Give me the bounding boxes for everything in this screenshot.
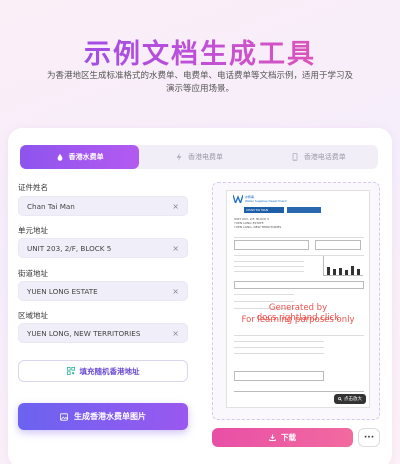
bill-usage-chart	[323, 256, 363, 276]
unit-address-field[interactable]: UNIT 203, 2/F, BLOCK 5 ×	[18, 238, 188, 258]
name-field[interactable]: Chan Tai Man ×	[18, 196, 188, 216]
unit-address-label: 单元地址	[18, 226, 48, 235]
bill-address-line-3: YUEN LONG, NEW TERRITORIES	[234, 225, 282, 229]
page-subtitle: 为香港地区生成标准格式的水费单、电费单、电话费单等文档示例，适用于学习及演示等应…	[46, 71, 353, 94]
bill-divider	[234, 347, 324, 348]
bill-account-box	[287, 207, 321, 213]
usage-bar	[339, 268, 342, 275]
lightning-icon	[176, 153, 182, 161]
bill-divider	[234, 353, 324, 354]
usage-bar	[357, 269, 360, 275]
street-address-field[interactable]: YUEN LONG ESTATE ×	[18, 281, 188, 301]
qr-code-icon	[66, 367, 75, 375]
bill-dept-name: Water Supplies Department	[245, 199, 287, 203]
download-button[interactable]: 下载	[212, 428, 353, 447]
bill-type-tabs: 香港水费单 香港电费单 香港电话费单	[20, 145, 378, 169]
watermark-line-2: For learning purposes only	[241, 315, 355, 325]
street-address-label: 街道地址	[18, 269, 48, 278]
tab-label: 香港电话费单	[303, 153, 346, 161]
image-icon	[60, 412, 68, 421]
more-options-button[interactable]: ···	[358, 428, 380, 447]
bill-divider	[234, 341, 324, 342]
clear-icon[interactable]: ×	[172, 244, 179, 253]
clear-icon[interactable]: ×	[172, 202, 179, 211]
usage-bar	[327, 267, 330, 275]
tab-phone-bill[interactable]: 香港电话费单	[259, 145, 378, 169]
main-card: 香港水费单 香港电费单 香港电话费单 证件姓名 Chan Tai Man × 单…	[8, 128, 392, 464]
usage-bar	[345, 270, 348, 275]
bill-divider	[234, 335, 364, 336]
name-label: 证件姓名	[18, 183, 48, 192]
bill-divider	[234, 391, 364, 392]
name-value: Chan Tai Man	[27, 201, 75, 211]
bill-payment-table	[234, 371, 324, 381]
usage-bar	[351, 266, 354, 275]
bill-divider	[234, 261, 304, 262]
water-drop-icon	[57, 153, 63, 161]
bill-image: 水務署 Water Supplies Department CHAN TAI M…	[226, 190, 370, 408]
bill-summary-table	[315, 240, 361, 250]
district-address-label: 区域地址	[18, 311, 48, 320]
bill-customer-name: CHAN TAI MAN	[246, 208, 268, 212]
tab-label: 香港水费单	[68, 153, 104, 161]
fill-random-address-label: 填充随机香港地址	[79, 366, 140, 376]
more-icon: ···	[363, 432, 375, 443]
tab-electricity-bill[interactable]: 香港电费单	[139, 145, 258, 169]
phone-icon	[292, 153, 298, 161]
street-address-value: YUEN LONG ESTATE	[27, 286, 98, 296]
download-label: 下载	[281, 433, 296, 442]
bill-divider	[234, 271, 304, 272]
page-title: 示例文档生成工具	[0, 32, 400, 71]
generate-bill-label: 生成香港水费单图片	[74, 412, 146, 421]
page: 示例文档生成工具 为香港地区生成标准格式的水费单、电费单、电话费单等文档示例，适…	[0, 0, 400, 464]
generate-bill-button[interactable]: 生成香港水费单图片	[18, 403, 188, 430]
bill-preview[interactable]: 水務署 Water Supplies Department CHAN TAI M…	[212, 182, 380, 420]
bill-divider	[234, 266, 304, 267]
zoom-label: 点击放大	[344, 397, 362, 402]
bill-divider	[234, 237, 364, 238]
water-supplies-logo-icon	[233, 195, 243, 203]
unit-address-value: UNIT 203, 2/F, BLOCK 5	[27, 243, 112, 253]
tab-water-bill[interactable]: 香港水费单	[20, 145, 140, 169]
fill-random-address-button[interactable]: 填充随机香港地址	[18, 360, 188, 382]
bill-divider	[234, 301, 294, 302]
magnifier-icon	[338, 397, 342, 401]
clear-icon[interactable]: ×	[172, 329, 179, 338]
bill-summary-table	[234, 240, 309, 250]
bill-divider	[234, 294, 294, 295]
download-icon	[269, 434, 276, 441]
clear-icon[interactable]: ×	[172, 287, 179, 296]
district-address-value: YUEN LONG, NEW TERRITORIES	[27, 328, 141, 338]
hero-section: 示例文档生成工具 为香港地区生成标准格式的水费单、电费单、电话费单等文档示例，适…	[0, 0, 400, 130]
usage-bar	[333, 269, 336, 275]
bill-charges-table	[234, 281, 364, 289]
district-address-field[interactable]: YUEN LONG, NEW TERRITORIES ×	[18, 323, 188, 343]
tab-label: 香港电费单	[187, 153, 223, 161]
zoom-button[interactable]: 点击放大	[334, 394, 366, 404]
